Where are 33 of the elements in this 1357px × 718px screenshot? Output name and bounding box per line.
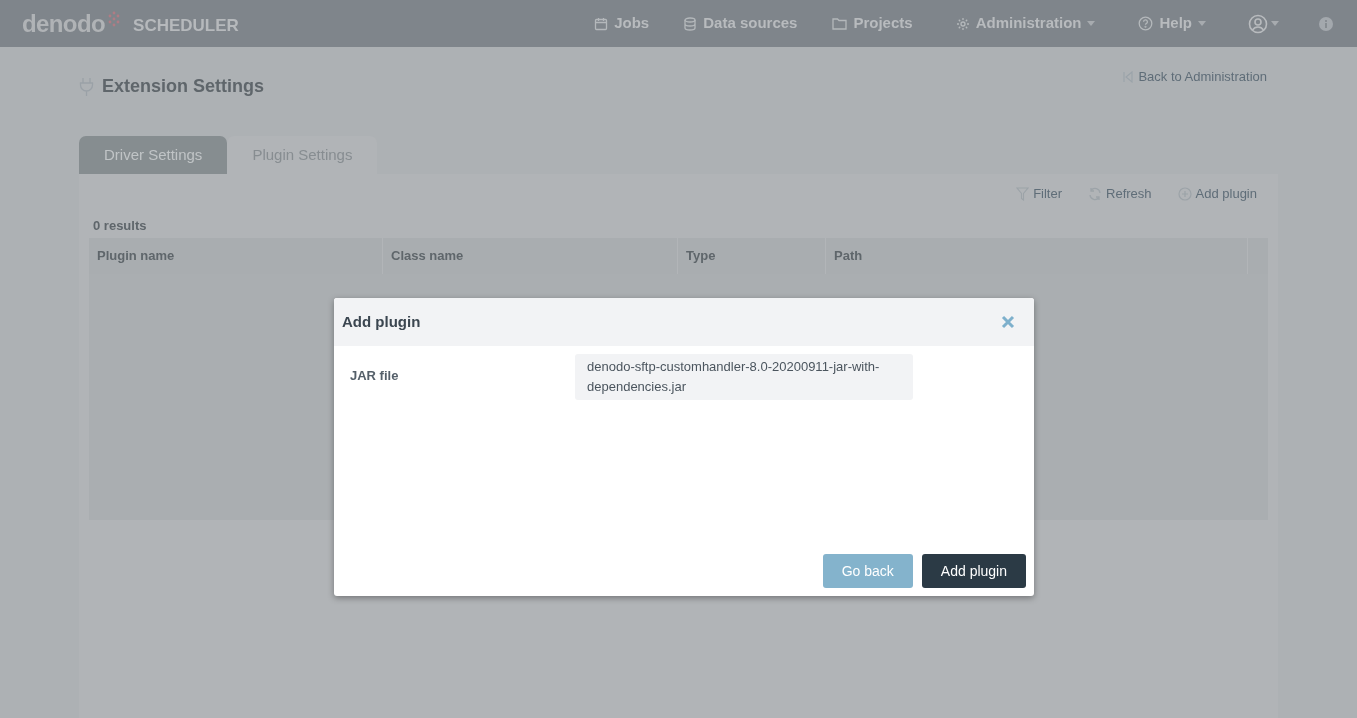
dialog-button[interactable]: Add plugin [921, 554, 1026, 588]
tab[interactable]: Driver Settings [79, 136, 228, 174]
close-icon [1001, 315, 1015, 329]
column-header: Class name [383, 238, 678, 274]
toolbar-button[interactable]: Refresh [1088, 184, 1152, 204]
dialog-button[interactable]: Go back [822, 554, 913, 588]
dialog-title: Add plugin [342, 311, 421, 332]
gear-icon [955, 16, 970, 31]
page-title: Extension Settings [102, 75, 265, 98]
info-icon[interactable] [1319, 16, 1333, 31]
field-label: JAR file [349, 367, 400, 385]
back-link[interactable]: Back to Administration [1123, 67, 1267, 87]
toolbar-button[interactable]: Filter [1016, 184, 1062, 204]
column-header: Plugin name [89, 238, 383, 274]
calendar-icon [594, 16, 609, 31]
file-field[interactable]: denodo-sftp-customhandler-8.0-20200911-jar-with-dependencies.jar [575, 354, 913, 400]
result-count: 0 results [93, 216, 148, 235]
nav-link[interactable]: Projects [832, 12, 913, 35]
toolbar-button[interactable]: Add plugin [1177, 184, 1257, 204]
help-icon [1138, 16, 1154, 31]
column-header: Type [678, 238, 826, 274]
nav-link[interactable]: Jobs [594, 12, 650, 35]
nav-link[interactable]: Help [1138, 12, 1206, 35]
user-icon [1248, 13, 1268, 34]
column-header: Path [826, 238, 1248, 274]
nav-link[interactable]: Data sources [683, 12, 798, 35]
nav-link[interactable]: Administration [955, 12, 1096, 35]
user-menu-button[interactable] [1248, 13, 1279, 34]
folder-icon [832, 17, 848, 30]
close-button[interactable] [1001, 315, 1015, 329]
caret-icon [1271, 21, 1279, 26]
database-icon [683, 16, 698, 31]
logo-dots-icon [107, 10, 122, 27]
